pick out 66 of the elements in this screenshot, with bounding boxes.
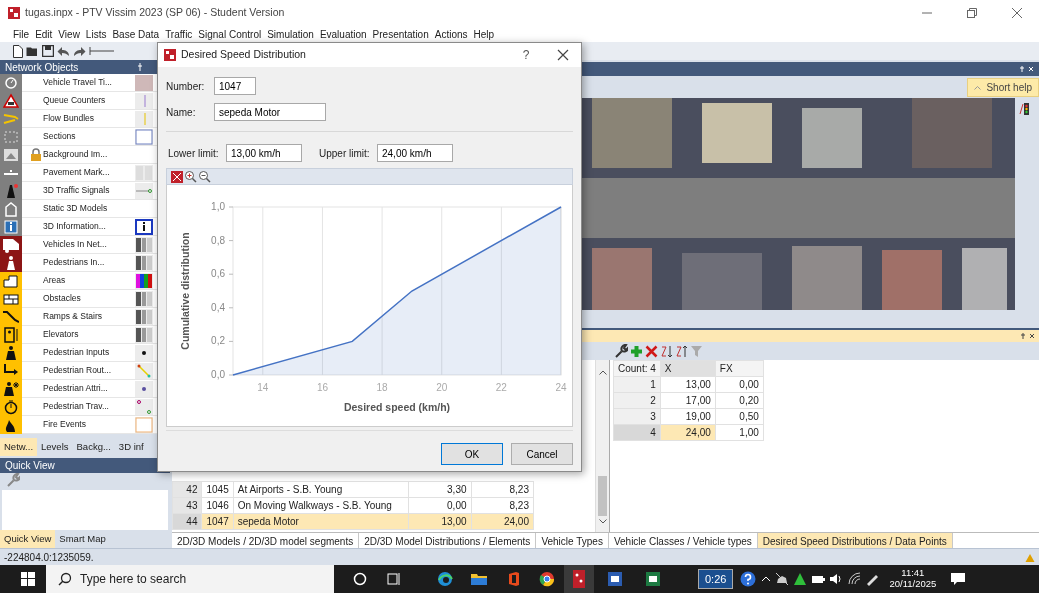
tab[interactable]: Desired Speed Distributions / Data Points xyxy=(757,533,953,548)
tab[interactable]: Smart Map xyxy=(55,529,110,549)
row-number: 42 xyxy=(172,481,202,498)
axis-title: Desired speed (km/h) xyxy=(343,401,451,413)
menu-item[interactable]: Presentation xyxy=(369,26,432,42)
window-title: tugas.inpx - PTV Vissim 2023 (SP 06) - Student Version xyxy=(25,5,285,21)
axis-tick-label: 1,0 xyxy=(211,201,225,212)
menu-item[interactable]: View xyxy=(55,26,83,42)
panel-title: Network Objects xyxy=(5,60,79,75)
dialog-button[interactable]: OK xyxy=(441,443,503,465)
menu-item[interactable]: File xyxy=(10,26,33,42)
status-text: -224804.0:1235059. xyxy=(4,550,94,565)
menu-item[interactable]: Signal Control xyxy=(195,26,265,42)
tab[interactable]: Backg... xyxy=(72,437,115,457)
search-field[interactable]: Type here to search xyxy=(46,565,334,593)
menu-item[interactable]: Simulation xyxy=(264,26,317,42)
axis-tick-label: 0,6 xyxy=(211,268,225,280)
field-label: Lower limit: xyxy=(168,146,220,161)
input-field[interactable]: sepeda Motor xyxy=(214,103,326,121)
tab[interactable]: Levels xyxy=(37,437,73,457)
table-cell: 8,23 xyxy=(471,481,534,498)
table-cell: 3,30 xyxy=(408,481,471,498)
menu-item[interactable]: Actions xyxy=(431,26,471,42)
axis-tick-label: 0,4 xyxy=(211,301,225,313)
field-label: Name: xyxy=(166,105,197,120)
axis-tick-label: 16 xyxy=(316,382,328,393)
input-field[interactable]: 13,00 km/h xyxy=(226,144,302,162)
clock-time[interactable]: 11:41 xyxy=(901,568,925,579)
table-cell: 1,00 xyxy=(715,424,764,441)
menu-item[interactable]: Base Data xyxy=(109,26,163,42)
axis-tick-label: 0,0 xyxy=(211,369,225,380)
menu-item[interactable]: Edit xyxy=(32,26,56,42)
input-field[interactable]: 1047 xyxy=(214,77,256,95)
panel-title: Quick View xyxy=(5,459,55,473)
table-cell: At Airports - S.B. Young xyxy=(233,481,409,498)
menu-item[interactable]: Evaluation xyxy=(316,26,370,42)
field-label: Number: xyxy=(166,79,206,94)
table-cell: 0,00 xyxy=(715,376,764,393)
axis-tick-label: 14 xyxy=(257,382,269,393)
column-header[interactable]: X xyxy=(660,360,716,377)
field-label: Upper limit: xyxy=(319,146,371,161)
table-cell: 0,20 xyxy=(715,392,764,409)
table-cell: 0,50 xyxy=(715,408,764,425)
help-button[interactable]: ? xyxy=(516,46,536,64)
clock-date[interactable]: 20/11/2025 xyxy=(889,579,937,590)
axis-tick-label: 0,8 xyxy=(211,234,225,246)
input-field[interactable]: 24,00 km/h xyxy=(377,144,453,162)
search-placeholder: Type here to search xyxy=(80,571,187,588)
table-cell: 1045 xyxy=(202,481,234,498)
dialog-button[interactable]: Cancel xyxy=(511,443,573,465)
dialog-title: Desired Speed Distribution xyxy=(181,47,306,63)
axis-tick-label: 18 xyxy=(376,382,388,393)
axis-tick-label: 22 xyxy=(495,382,507,393)
timer[interactable]: 0:26 xyxy=(698,568,734,590)
axis-tick-label: 0,2 xyxy=(211,335,225,347)
axis-title: Cumulative distribution xyxy=(179,232,191,350)
menu-item[interactable]: Help xyxy=(470,26,498,42)
tab[interactable]: Netw... xyxy=(0,437,38,457)
column-header[interactable]: Count: 4 xyxy=(613,360,661,377)
axis-tick-label: 20 xyxy=(436,382,448,393)
axis-tick-label: 24 xyxy=(555,382,567,393)
short-help-button[interactable]: Short help xyxy=(967,77,1039,97)
menu-item[interactable]: Lists xyxy=(82,26,110,42)
menu-item[interactable]: Traffic xyxy=(162,26,196,42)
tab[interactable]: 3D inf xyxy=(114,437,148,457)
column-header[interactable]: FX xyxy=(715,360,764,377)
